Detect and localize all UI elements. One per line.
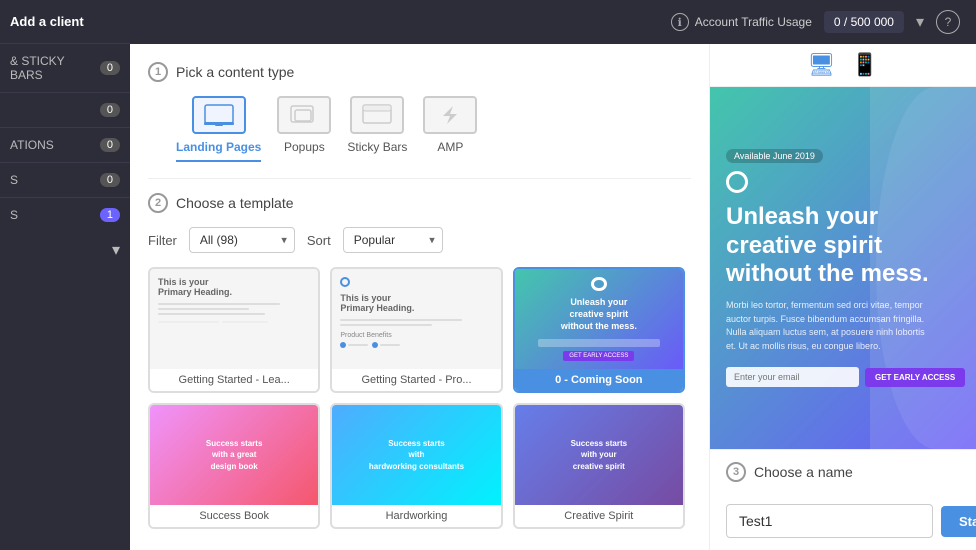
chevron-down-icon: ▾ bbox=[112, 240, 120, 260]
ations-badge: 0 bbox=[100, 138, 120, 152]
step2-label: Choose a template bbox=[176, 195, 294, 211]
desktop-icon[interactable]: 🖥 bbox=[807, 52, 835, 78]
landing-pages-label: Landing Pages bbox=[176, 140, 261, 154]
template-card-row2-2[interactable]: Success startswithhardworking consultant… bbox=[330, 403, 502, 529]
preview-subtext: Morbi leo tortor, fermentum sed orci vit… bbox=[726, 299, 936, 353]
amp-label: AMP bbox=[437, 140, 463, 154]
template-card-img-gs-pro: This is yourPrimary Heading. Product Ben… bbox=[332, 269, 500, 369]
start-button[interactable]: Start with th bbox=[941, 506, 976, 537]
help-button[interactable]: ? bbox=[936, 10, 960, 34]
s1-badge: 0 bbox=[100, 173, 120, 187]
page-name-input[interactable] bbox=[726, 504, 933, 538]
step3-row: 3 Choose a name bbox=[726, 462, 960, 482]
badge-2: 0 bbox=[100, 103, 120, 117]
top-bar: ℹ Account Traffic Usage 0 / 500 000 ▾ ? bbox=[130, 0, 976, 44]
step1-row: 1 Pick a content type bbox=[148, 62, 691, 82]
name-row: Start with th bbox=[726, 504, 960, 538]
preview-logo-circle bbox=[726, 171, 748, 193]
sticky-bars-label: Sticky Bars bbox=[347, 140, 407, 154]
preview-headline: Unleash your creative spirit without the… bbox=[726, 203, 946, 289]
preview-image: Available June 2019 Unleash your creativ… bbox=[710, 87, 976, 449]
sort-select[interactable]: Popular Newest A-Z bbox=[343, 227, 443, 253]
content-type-amp[interactable]: AMP bbox=[423, 96, 477, 162]
sort-select-wrapper: Popular Newest A-Z bbox=[343, 227, 443, 253]
template-card-label-gs-lea: Getting Started - Lea... bbox=[150, 369, 318, 391]
template-card-label-gs-pro: Getting Started - Pro... bbox=[332, 369, 500, 391]
chevron-icon[interactable]: ▾ bbox=[916, 12, 924, 32]
template-card-img-row2-1: Success startswith a greatdesign book bbox=[150, 405, 318, 505]
landing-pages-icon bbox=[192, 96, 246, 134]
popups-icon bbox=[277, 96, 331, 134]
sidebar: Add a client & STICKY BARS 0 0 ATIONS 0 … bbox=[0, 0, 130, 550]
template-card-row2-3[interactable]: Success startswith yourcreative spirit C… bbox=[513, 403, 685, 529]
sort-label: Sort bbox=[307, 233, 331, 248]
template-grid-area: This is yourPrimary Heading. Getting bbox=[148, 267, 691, 539]
content-type-sticky[interactable]: Sticky Bars bbox=[347, 96, 407, 162]
template-card-label-row2-3: Creative Spirit bbox=[515, 505, 683, 527]
template-card-gs-pro[interactable]: This is yourPrimary Heading. Product Ben… bbox=[330, 267, 502, 393]
sticky-bars-icon bbox=[350, 96, 404, 134]
template-card-gs-lea[interactable]: This is yourPrimary Heading. Getting bbox=[148, 267, 320, 393]
popups-label: Popups bbox=[284, 140, 325, 154]
preview-email-input[interactable] bbox=[726, 367, 859, 387]
template-card-img-row2-3: Success startswith yourcreative spirit bbox=[515, 405, 683, 505]
template-card-row2-1[interactable]: Success startswith a greatdesign book Su… bbox=[148, 403, 320, 529]
template-grid: This is yourPrimary Heading. Getting bbox=[148, 267, 691, 539]
step3-circle: 3 bbox=[726, 462, 746, 482]
content-types: Landing Pages Popups bbox=[176, 96, 691, 162]
template-card-img-gs-lea: This is yourPrimary Heading. bbox=[150, 269, 318, 369]
filter-label: Filter bbox=[148, 233, 177, 248]
amp-icon bbox=[423, 96, 477, 134]
step2-circle: 2 bbox=[148, 193, 168, 213]
filter-row: Filter All (98) Business Agency eCommerc… bbox=[148, 227, 691, 253]
filter-select[interactable]: All (98) Business Agency eCommerce bbox=[189, 227, 295, 253]
content-type-landing[interactable]: Landing Pages bbox=[176, 96, 261, 162]
bottom-panel: 3 Choose a name Start with th bbox=[710, 449, 976, 550]
step1-label: Pick a content type bbox=[176, 64, 294, 80]
sidebar-dropdown[interactable]: ▾ bbox=[0, 232, 130, 268]
preview-content: Available June 2019 Unleash your creativ… bbox=[710, 87, 976, 449]
step2-row: 2 Choose a template bbox=[148, 193, 691, 213]
divider-1 bbox=[148, 178, 691, 179]
filter-select-wrapper: All (98) Business Agency eCommerce bbox=[189, 227, 295, 253]
step1-circle: 1 bbox=[148, 62, 168, 82]
preview-cta-row: GET EARLY ACCESS bbox=[726, 367, 960, 387]
sidebar-item-s1[interactable]: S 0 bbox=[0, 162, 130, 197]
content-type-popups[interactable]: Popups bbox=[277, 96, 331, 162]
preview-overlay: Available June 2019 Unleash your creativ… bbox=[710, 87, 976, 449]
template-card-label-row2-1: Success Book bbox=[150, 505, 318, 527]
template-panel: 1 Pick a content type Landing Pages bbox=[130, 44, 710, 550]
template-card-img-row2-2: Success startswithhardworking consultant… bbox=[332, 405, 500, 505]
template-card-label-row2-2: Hardworking bbox=[332, 505, 500, 527]
sidebar-item-s2[interactable]: S 1 bbox=[0, 197, 130, 232]
preview-cta-button[interactable]: GET EARLY ACCESS bbox=[865, 368, 965, 387]
template-card-label-coming-soon: 0 - Coming Soon bbox=[515, 369, 683, 391]
preview-toolbar: 🖥 📱 bbox=[710, 44, 976, 87]
traffic-info: ℹ Account Traffic Usage bbox=[671, 13, 812, 31]
traffic-value: 0 / 500 000 bbox=[824, 11, 904, 33]
mobile-icon[interactable]: 📱 bbox=[851, 52, 878, 78]
add-client-link[interactable]: Add a client bbox=[0, 0, 130, 43]
template-card-coming-soon[interactable]: Unleash yourcreative spiritwithout the m… bbox=[513, 267, 685, 393]
template-card-img-coming-soon: Unleash yourcreative spiritwithout the m… bbox=[515, 269, 683, 369]
sticky-bars-badge: 0 bbox=[100, 61, 120, 75]
right-side: 🖥 📱 Available June 2019 Unleash your cre… bbox=[710, 44, 976, 550]
step3-label: Choose a name bbox=[754, 464, 853, 480]
preview-badge: Available June 2019 bbox=[726, 149, 823, 163]
info-icon: ℹ bbox=[671, 13, 689, 31]
s2-badge: 1 bbox=[100, 208, 120, 222]
sidebar-item-2[interactable]: 0 bbox=[0, 92, 130, 127]
sidebar-item-sticky-bars[interactable]: & STICKY BARS 0 bbox=[0, 43, 130, 92]
sidebar-item-ations[interactable]: ATIONS 0 bbox=[0, 127, 130, 162]
main-content: ℹ Account Traffic Usage 0 / 500 000 ▾ ? … bbox=[130, 0, 976, 550]
